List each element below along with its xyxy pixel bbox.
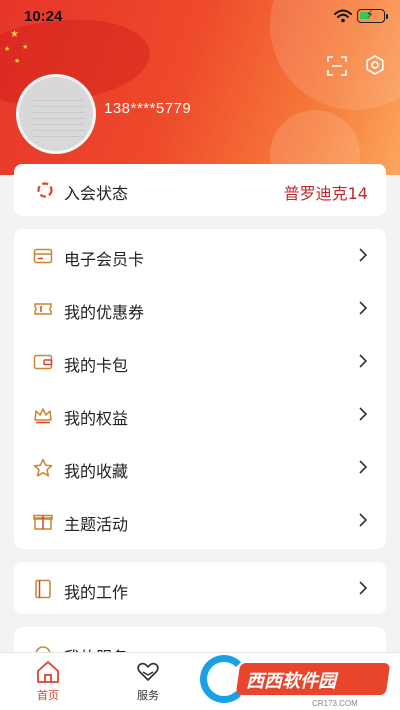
avatar[interactable] (16, 74, 96, 154)
menu-item-label: 我的工作 (64, 583, 129, 602)
scan-icon[interactable] (326, 55, 348, 77)
heart-hand-icon (137, 662, 159, 681)
chevron-right-icon (359, 513, 368, 527)
star-decoration: ★ (14, 57, 21, 65)
site-watermark: 西西软件园 CR173.COM (200, 655, 391, 708)
watermark-text: 西西软件园 (246, 671, 336, 692)
settings-icon[interactable] (364, 54, 386, 76)
home-icon (37, 661, 59, 683)
chevron-right-icon (359, 248, 368, 262)
work-menu: 我的工作 (14, 562, 386, 614)
menu-item-wallet[interactable]: 我的卡包 (14, 335, 386, 388)
wifi-icon (334, 9, 352, 23)
tab-home[interactable]: 首页 (18, 659, 78, 707)
chevron-right-icon (359, 301, 368, 315)
tab-service-label: 服务 (137, 689, 159, 702)
menu-item-themed-events[interactable]: 主题活动 (14, 494, 386, 547)
membership-status-label: 入会状态 (64, 184, 129, 203)
battery-icon: ⚡ (357, 9, 385, 23)
wallet-icon (33, 354, 53, 370)
chevron-right-icon (359, 581, 368, 595)
menu-item-member-card[interactable]: 电子会员卡 (14, 229, 386, 282)
membership-status-card[interactable]: 入会状态 普罗迪克14 (14, 164, 386, 216)
member-card-icon (33, 248, 53, 264)
crown-icon (34, 408, 52, 424)
star-decoration: ★ (4, 45, 11, 53)
coupon-icon (34, 303, 52, 315)
menu-item-label: 我的权益 (64, 409, 129, 428)
gift-icon (33, 514, 53, 530)
status-time: 10:24 (24, 8, 63, 25)
menu-item-label: 主题活动 (64, 515, 129, 534)
watermark-sub: CR173.COM (312, 699, 358, 708)
menu-item-favorites[interactable]: 我的收藏 (14, 441, 386, 494)
menu-item-label: 我的收藏 (64, 462, 129, 481)
phone-number: 138****5779 (104, 100, 192, 117)
chevron-right-icon (359, 354, 368, 368)
membership-ring-icon (37, 182, 53, 198)
menu-item-benefits[interactable]: 我的权益 (14, 388, 386, 441)
chevron-right-icon (359, 460, 368, 474)
battery-cap (386, 14, 388, 19)
menu-item-label: 我的优惠券 (64, 303, 145, 322)
menu-item-label: 电子会员卡 (64, 250, 145, 269)
star-icon (33, 458, 53, 477)
star-decoration: ★ (22, 43, 29, 51)
menu-item-coupons[interactable]: 我的优惠券 (14, 282, 386, 335)
tab-service[interactable]: 服务 (118, 659, 178, 707)
primary-menu: 电子会员卡 我的优惠券 我的卡包 我的权益 我的收藏 主题活动 (14, 229, 386, 549)
menu-item-label: 我的卡包 (64, 356, 129, 375)
membership-status-value: 普罗迪克14 (283, 184, 368, 203)
notebook-icon (35, 579, 51, 599)
tab-home-label: 首页 (37, 689, 59, 702)
menu-item-my-work[interactable]: 我的工作 (14, 562, 386, 615)
chevron-right-icon (359, 407, 368, 421)
status-bar: 10:24 ⚡ (0, 0, 400, 34)
